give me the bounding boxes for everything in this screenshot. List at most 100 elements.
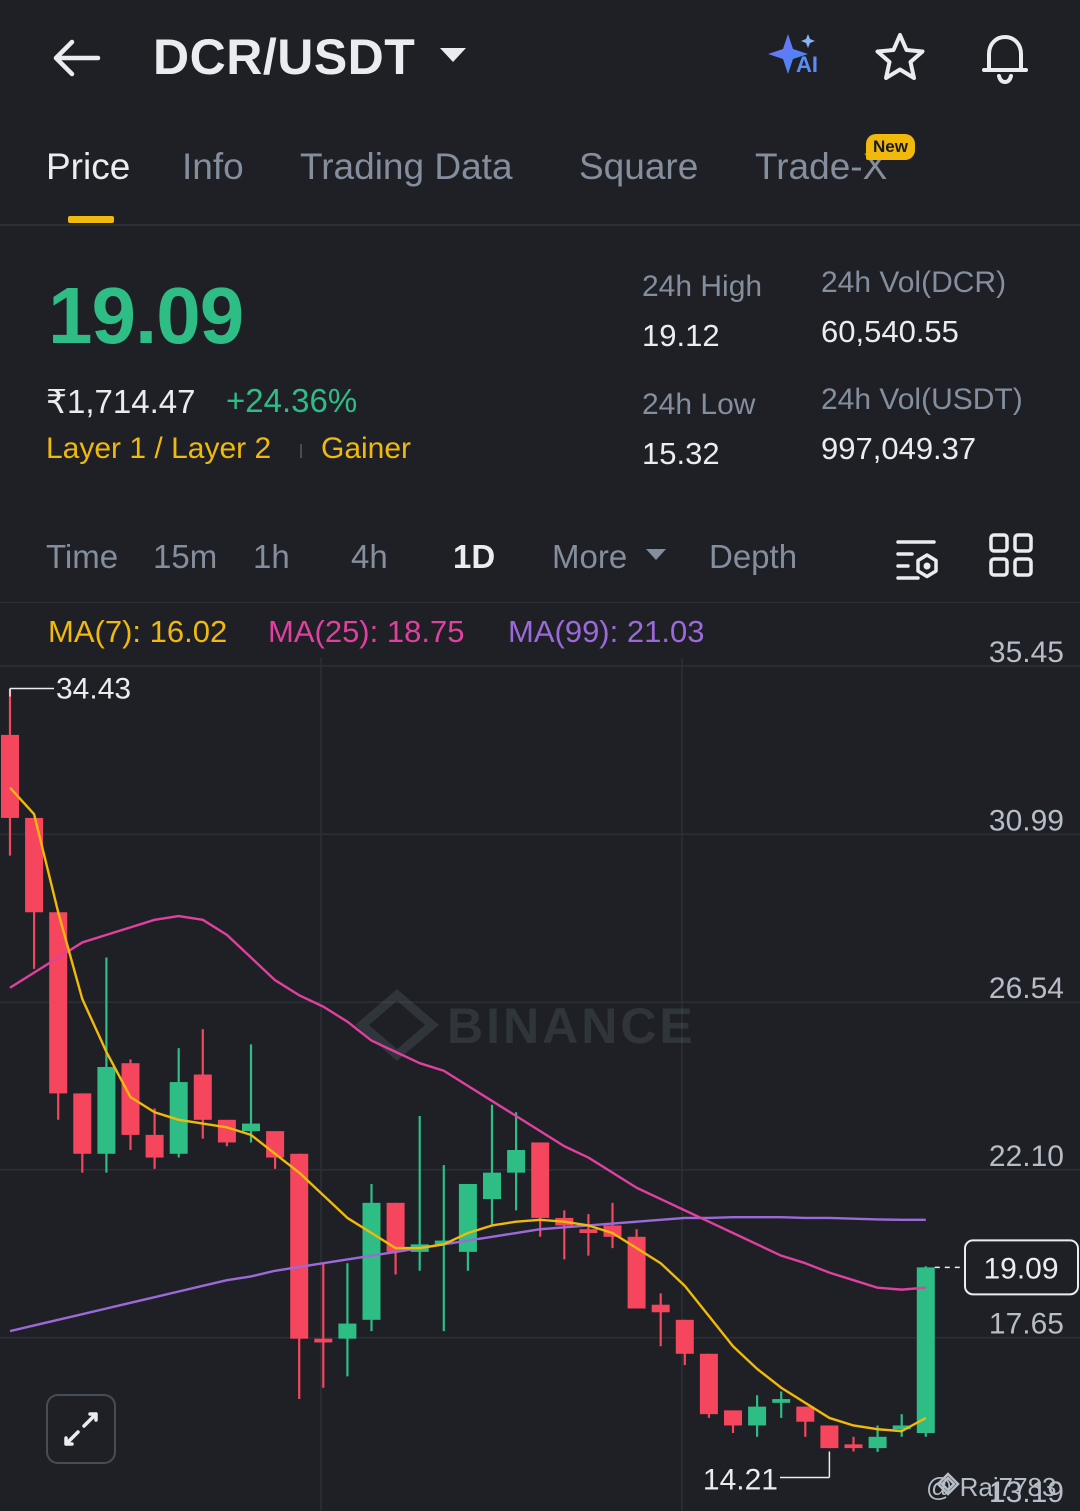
candle-body: [290, 1153, 309, 1339]
candle-body: [699, 1353, 718, 1415]
interval-time[interactable]: Time: [46, 538, 118, 576]
interval-15m[interactable]: 15m: [153, 538, 217, 576]
candle-body: [25, 817, 44, 913]
ai-sparkle-icon[interactable]: AI: [766, 30, 826, 82]
high-label: 24h High: [642, 270, 763, 303]
candle-body: [724, 1410, 742, 1426]
candle: [531, 1142, 550, 1237]
candle-body: [217, 1119, 236, 1143]
tab-price[interactable]: Price: [46, 146, 130, 188]
vol-base-label: 24h Vol(DCR): [821, 266, 1007, 299]
depth-tab[interactable]: Depth: [709, 538, 797, 576]
candle: [603, 1202, 622, 1249]
new-badge: New: [866, 134, 915, 160]
candle: [772, 1391, 791, 1418]
last-price-label: 19.09: [983, 1252, 1058, 1285]
candle: [796, 1406, 815, 1437]
ai-label: AI: [796, 52, 818, 77]
candle-body: [916, 1267, 935, 1434]
candle-body: [651, 1304, 670, 1313]
candle: [820, 1425, 839, 1449]
low-label: 24h Low: [642, 388, 756, 421]
candle-body: [362, 1202, 381, 1320]
price-inr: ₹1,714.47: [46, 383, 196, 420]
candle-body: [145, 1134, 164, 1158]
candle: [724, 1410, 742, 1434]
candle-body: [796, 1406, 815, 1422]
candle: [49, 912, 68, 1120]
y-axis-tick: 17.65: [989, 1308, 1064, 1341]
price-change: +24.36%: [226, 382, 358, 419]
candle: [675, 1319, 694, 1366]
candle-body: [193, 1074, 212, 1120]
last-price: 19.09: [48, 271, 244, 360]
high-marker-label: 34.43: [56, 672, 131, 705]
tab-square[interactable]: Square: [579, 146, 698, 188]
tag-layer[interactable]: Layer 1 / Layer 2: [46, 432, 271, 466]
watermark-username: @ Raj7783: [926, 1472, 1057, 1502]
candle: [483, 1104, 501, 1226]
candle-body: [579, 1229, 598, 1234]
candle-body: [314, 1338, 333, 1343]
candle-body: [242, 1123, 260, 1132]
candle: [169, 1048, 188, 1158]
candlestick-chart[interactable]: BINANCE35.4530.9926.5422.1017.6513.1934.…: [0, 602, 1080, 1511]
candle: [699, 1353, 718, 1418]
candle: [217, 1119, 236, 1147]
pair-title[interactable]: DCR/USDT: [153, 28, 415, 86]
candle-body: [121, 1063, 140, 1135]
candle-body: [748, 1406, 767, 1426]
high-value: 19.12: [642, 318, 720, 353]
candle-body: [531, 1142, 550, 1218]
candle: [916, 1266, 935, 1437]
binance-watermark: BINANCE: [355, 989, 696, 1061]
binance-watermark-text: BINANCE: [447, 998, 696, 1054]
candle: [748, 1395, 767, 1437]
y-axis-tick: 26.54: [989, 972, 1064, 1005]
more-caret-icon: [646, 549, 666, 560]
candle-body: [675, 1319, 694, 1354]
candle: [892, 1414, 911, 1437]
chart-settings-icon[interactable]: [894, 534, 942, 582]
vol-quote-label: 24h Vol(USDT): [821, 383, 1023, 416]
grid-layout-icon[interactable]: [988, 532, 1034, 578]
candle-body: [338, 1323, 357, 1339]
candle: [507, 1112, 526, 1211]
star-icon[interactable]: [872, 30, 928, 86]
candle-body: [1, 734, 19, 818]
candle: [1, 688, 19, 856]
interval-4h[interactable]: 4h: [351, 538, 388, 576]
candle: [121, 1059, 140, 1150]
candle-body: [820, 1425, 839, 1449]
low-marker-label: 14.21: [703, 1464, 778, 1497]
interval-1d[interactable]: 1D: [453, 538, 495, 576]
candle: [844, 1436, 863, 1452]
candle: [627, 1229, 646, 1309]
tab-info[interactable]: Info: [182, 146, 244, 188]
candle: [555, 1210, 574, 1260]
ma25-legend: MA(25): 18.75: [268, 614, 465, 649]
interval-more[interactable]: More: [552, 538, 627, 576]
candle: [458, 1183, 477, 1271]
tag-gainer[interactable]: Gainer: [321, 432, 411, 466]
candle: [290, 1153, 309, 1400]
y-axis-tick: 22.10: [989, 1140, 1064, 1173]
caret-down-icon[interactable]: [440, 48, 466, 62]
fullscreen-button[interactable]: [46, 1394, 116, 1464]
interval-1h[interactable]: 1h: [253, 538, 290, 576]
candle: [386, 1202, 405, 1275]
ma7-legend: MA(7): 16.02: [48, 614, 228, 649]
ma99-legend: MA(99): 21.03: [508, 614, 705, 649]
candle-body: [483, 1172, 501, 1200]
tag-separator: [300, 444, 302, 458]
y-axis-tick: 30.99: [989, 804, 1064, 837]
bell-icon[interactable]: [976, 28, 1034, 86]
candle: [242, 1044, 260, 1143]
expand-icon: [64, 1412, 98, 1446]
candle: [314, 1263, 333, 1388]
low-value: 15.32: [642, 436, 720, 471]
ma7-line: [9, 786, 927, 1433]
back-arrow-icon[interactable]: [48, 30, 104, 86]
candle: [579, 1214, 598, 1256]
tab-trading-data[interactable]: Trading Data: [300, 146, 513, 188]
